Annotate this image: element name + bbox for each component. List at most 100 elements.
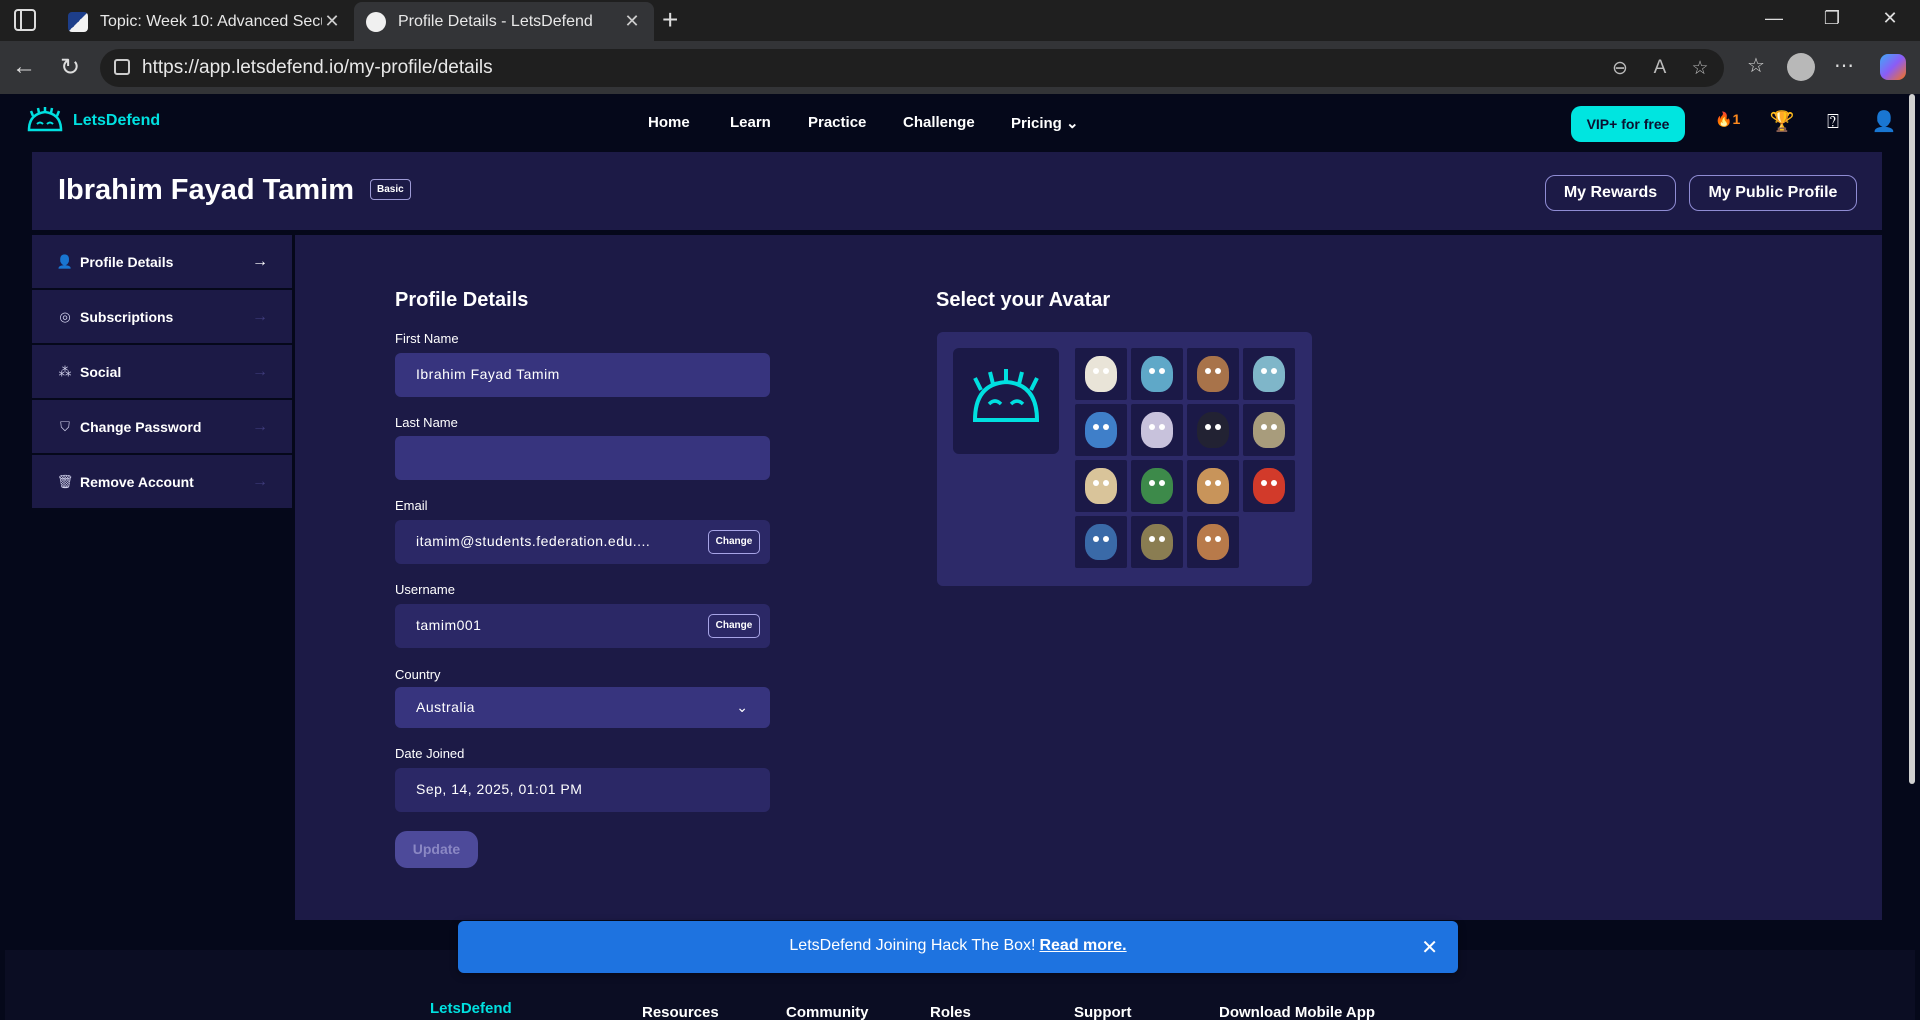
arrow-right-icon: → [252,252,268,270]
close-tab-icon[interactable]: ✕ [622,11,642,32]
sidebar-item-social[interactable]: ⁂ Social → [32,345,292,400]
address-bar[interactable]: https://app.letsdefend.io/my-profile/det… [100,49,1724,87]
username-value: tamim001 [416,617,482,633]
read-more-link[interactable]: Read more. [1039,937,1126,954]
browser-tab-active[interactable]: Profile Details - LetsDefend ✕ [354,2,654,41]
avatar-option[interactable] [1131,460,1183,512]
change-username-button[interactable]: Change [708,614,760,638]
nav-home[interactable]: Home [648,114,690,131]
santa-avatar-icon [1085,412,1117,448]
red-avatar-icon [1253,468,1285,504]
update-button[interactable]: Update [395,831,478,868]
close-tab-icon[interactable]: ✕ [322,11,342,32]
favorites-icon[interactable]: ☆ [1742,53,1770,78]
change-email-button[interactable]: Change [708,530,760,554]
avatar-option[interactable] [1075,348,1127,400]
reload-icon[interactable]: ↻ [56,53,84,82]
date-joined-field: Sep, 14, 2025, 01:01 PM [395,768,770,812]
avatar-option[interactable] [1187,516,1239,568]
footer-brand[interactable]: LetsDefend [430,1000,512,1017]
hedgehog-avatar-icon [1197,356,1229,392]
last-name-field[interactable] [395,436,770,480]
sidebar-item-remove-account[interactable]: 🗑 Remove Account → [32,455,292,510]
brand-name: LetsDefend [73,112,161,129]
chevron-down-icon: ⌄ [1066,115,1079,132]
page-scrollbar[interactable] [1909,94,1915,784]
select-avatar-heading: Select your Avatar [936,289,1111,311]
trash-icon: 🗑 [56,473,74,489]
avatar-option[interactable] [1243,348,1295,400]
more-options-icon[interactable]: ⋯ [1830,53,1858,78]
new-tab-icon[interactable]: + [662,4,678,36]
avatar-option[interactable] [1187,460,1239,512]
avatar-option[interactable] [1243,404,1295,456]
share-icon: ⁂ [58,363,72,379]
sidebar-item-profile-details[interactable]: 👤 Profile Details → [32,235,292,290]
nav-learn[interactable]: Learn [730,114,771,131]
site-info-icon[interactable] [114,59,130,75]
avatar-option[interactable] [1131,516,1183,568]
brand-logo[interactable]: LetsDefend [25,106,160,136]
nav-practice[interactable]: Practice [808,114,866,131]
user-account-icon[interactable]: 👤 [1871,109,1897,135]
favorite-star-icon[interactable]: ☆ [1688,57,1712,80]
zoom-icon[interactable]: ⊖ [1608,57,1632,80]
browser-tab-bar: Topic: Week 10: Advanced Securit ✕ Profi… [0,0,1920,41]
avatar-option[interactable] [1075,516,1127,568]
username-label: Username [395,582,455,597]
nav-challenge[interactable]: Challenge [903,114,975,131]
sidebar-item-subscriptions[interactable]: ◎ Subscriptions → [32,290,292,345]
minimize-icon[interactable]: — [1762,8,1786,29]
avatar-option[interactable] [1243,460,1295,512]
mouse-avatar-icon [1141,412,1173,448]
sidebar-toggle-icon[interactable] [14,9,36,31]
my-rewards-button[interactable]: My Rewards [1545,175,1676,211]
my-public-profile-button[interactable]: My Public Profile [1689,175,1857,211]
first-name-field[interactable]: Ibrahim Fayad Tamim [395,353,770,397]
window-close-icon[interactable]: ✕ [1878,8,1902,29]
country-select[interactable]: Australia ⌄ [395,687,770,728]
black-cat-avatar-icon [1197,412,1229,448]
helmet-avatar-icon [1253,356,1285,392]
copilot-icon[interactable] [1880,54,1906,80]
sidebar-item-label: Remove Account [80,473,194,490]
streak-count: 1 [1732,111,1741,127]
sidebar-item-change-password[interactable]: ⛉ Change Password → [32,400,292,455]
footer-col-download-app[interactable]: Download Mobile App [1219,1004,1375,1020]
avatar-option[interactable] [1131,404,1183,456]
url-text: https://app.letsdefend.io/my-profile/det… [142,57,493,78]
streak-indicator[interactable]: 🔥1 [1715,111,1740,128]
chevron-down-icon: ⌄ [736,699,748,715]
avatar-option[interactable] [1075,460,1127,512]
footer-col-roles[interactable]: Roles [930,1004,971,1020]
brown-avatar-icon [1197,524,1229,560]
address-bar-row: ← ↻ https://app.letsdefend.io/my-profile… [0,41,1920,94]
read-aloud-icon[interactable]: A [1648,57,1672,79]
footer-col-resources[interactable]: Resources [642,1004,719,1020]
email-field: itamim@students.federation.edu.... Chang… [395,520,770,564]
browser-tab[interactable]: Topic: Week 10: Advanced Securit ✕ [56,2,354,41]
close-icon[interactable]: ✕ [1421,935,1438,960]
vip-button[interactable]: VIP+ for free [1571,106,1685,142]
avatar-option[interactable] [1075,404,1127,456]
restore-icon[interactable]: ❐ [1820,8,1844,29]
sidebar-item-label: Profile Details [80,253,174,270]
profile-details-heading: Profile Details [395,289,529,311]
selected-avatar [953,348,1059,454]
back-icon[interactable]: ← [10,53,38,81]
hedgehog-logo-icon [27,107,63,132]
plan-badge: Basic [370,179,411,200]
footer-col-community[interactable]: Community [786,1004,869,1020]
page-title: Ibrahim Fayad Tamim [58,174,354,206]
avatar-option[interactable] [1187,404,1239,456]
sidebar-item-label: Subscriptions [80,308,174,325]
nav-pricing[interactable]: Pricing ⌄ [1011,114,1079,132]
avatar-option[interactable] [1131,348,1183,400]
trophy-icon[interactable]: 🏆 [1769,109,1795,135]
browser-profile-icon[interactable] [1787,53,1815,81]
avatar-option[interactable] [1187,348,1239,400]
footer-col-support[interactable]: Support [1074,1004,1132,1020]
badge-icon: ◎ [59,308,71,324]
help-icon[interactable]: ⍰ [1820,109,1846,135]
country-value: Australia [416,699,475,715]
